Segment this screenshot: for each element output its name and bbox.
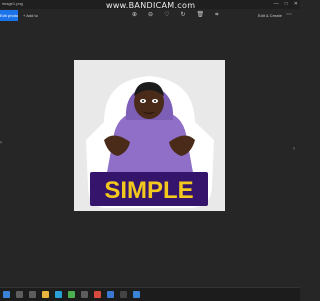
- photos-icon[interactable]: [133, 291, 140, 298]
- windows-start-icon[interactable]: [3, 291, 10, 298]
- sticker-illustration: SIMPLE: [86, 76, 214, 208]
- search-icon[interactable]: [16, 291, 23, 298]
- toolbar: Edit photo + Add to ⊕ ⊖ ♡ ↻ 🗑 ⌗ Edit & C…: [0, 9, 300, 22]
- toolbar-icons: ⊕ ⊖ ♡ ↻ 🗑 ⌗: [132, 12, 219, 18]
- maximize-icon[interactable]: □: [285, 1, 288, 7]
- close-icon[interactable]: ✕: [294, 1, 298, 7]
- heart-icon[interactable]: ♡: [164, 12, 169, 18]
- terminal-icon[interactable]: [120, 291, 127, 298]
- taskbar: [0, 287, 300, 301]
- mail-icon[interactable]: [107, 291, 114, 298]
- next-image-icon[interactable]: ›: [293, 146, 295, 152]
- rotate-icon[interactable]: ↻: [180, 12, 185, 18]
- chrome-icon[interactable]: [68, 291, 75, 298]
- image-canvas: SIMPLE: [0, 22, 300, 287]
- file-name: image1.png: [2, 1, 23, 6]
- previous-image-icon[interactable]: ‹: [0, 140, 2, 146]
- folder-icon[interactable]: [42, 291, 49, 298]
- sticker-text: SIMPLE: [104, 177, 193, 204]
- edit-create-button[interactable]: Edit & Create: [258, 13, 282, 18]
- edge-icon[interactable]: [55, 291, 62, 298]
- edit-photo-button[interactable]: Edit photo: [0, 10, 18, 21]
- zoom-out-icon[interactable]: ⊖: [148, 12, 153, 18]
- store-icon[interactable]: [81, 291, 88, 298]
- task-view-icon[interactable]: [29, 291, 36, 298]
- minimize-icon[interactable]: —: [274, 1, 279, 7]
- window-controls: — □ ✕: [274, 1, 298, 7]
- title-bar: image1.png www.BANDICAM.com — □ ✕: [0, 0, 300, 10]
- zoom-in-icon[interactable]: ⊕: [132, 12, 137, 18]
- more-icon[interactable]: ⋯: [286, 11, 292, 18]
- add-to-button[interactable]: + Add to: [23, 13, 38, 18]
- sticker-image: SIMPLE: [74, 60, 225, 211]
- app-icon[interactable]: [94, 291, 101, 298]
- crop-icon[interactable]: ⌗: [215, 12, 218, 18]
- delete-icon[interactable]: 🗑: [196, 12, 204, 18]
